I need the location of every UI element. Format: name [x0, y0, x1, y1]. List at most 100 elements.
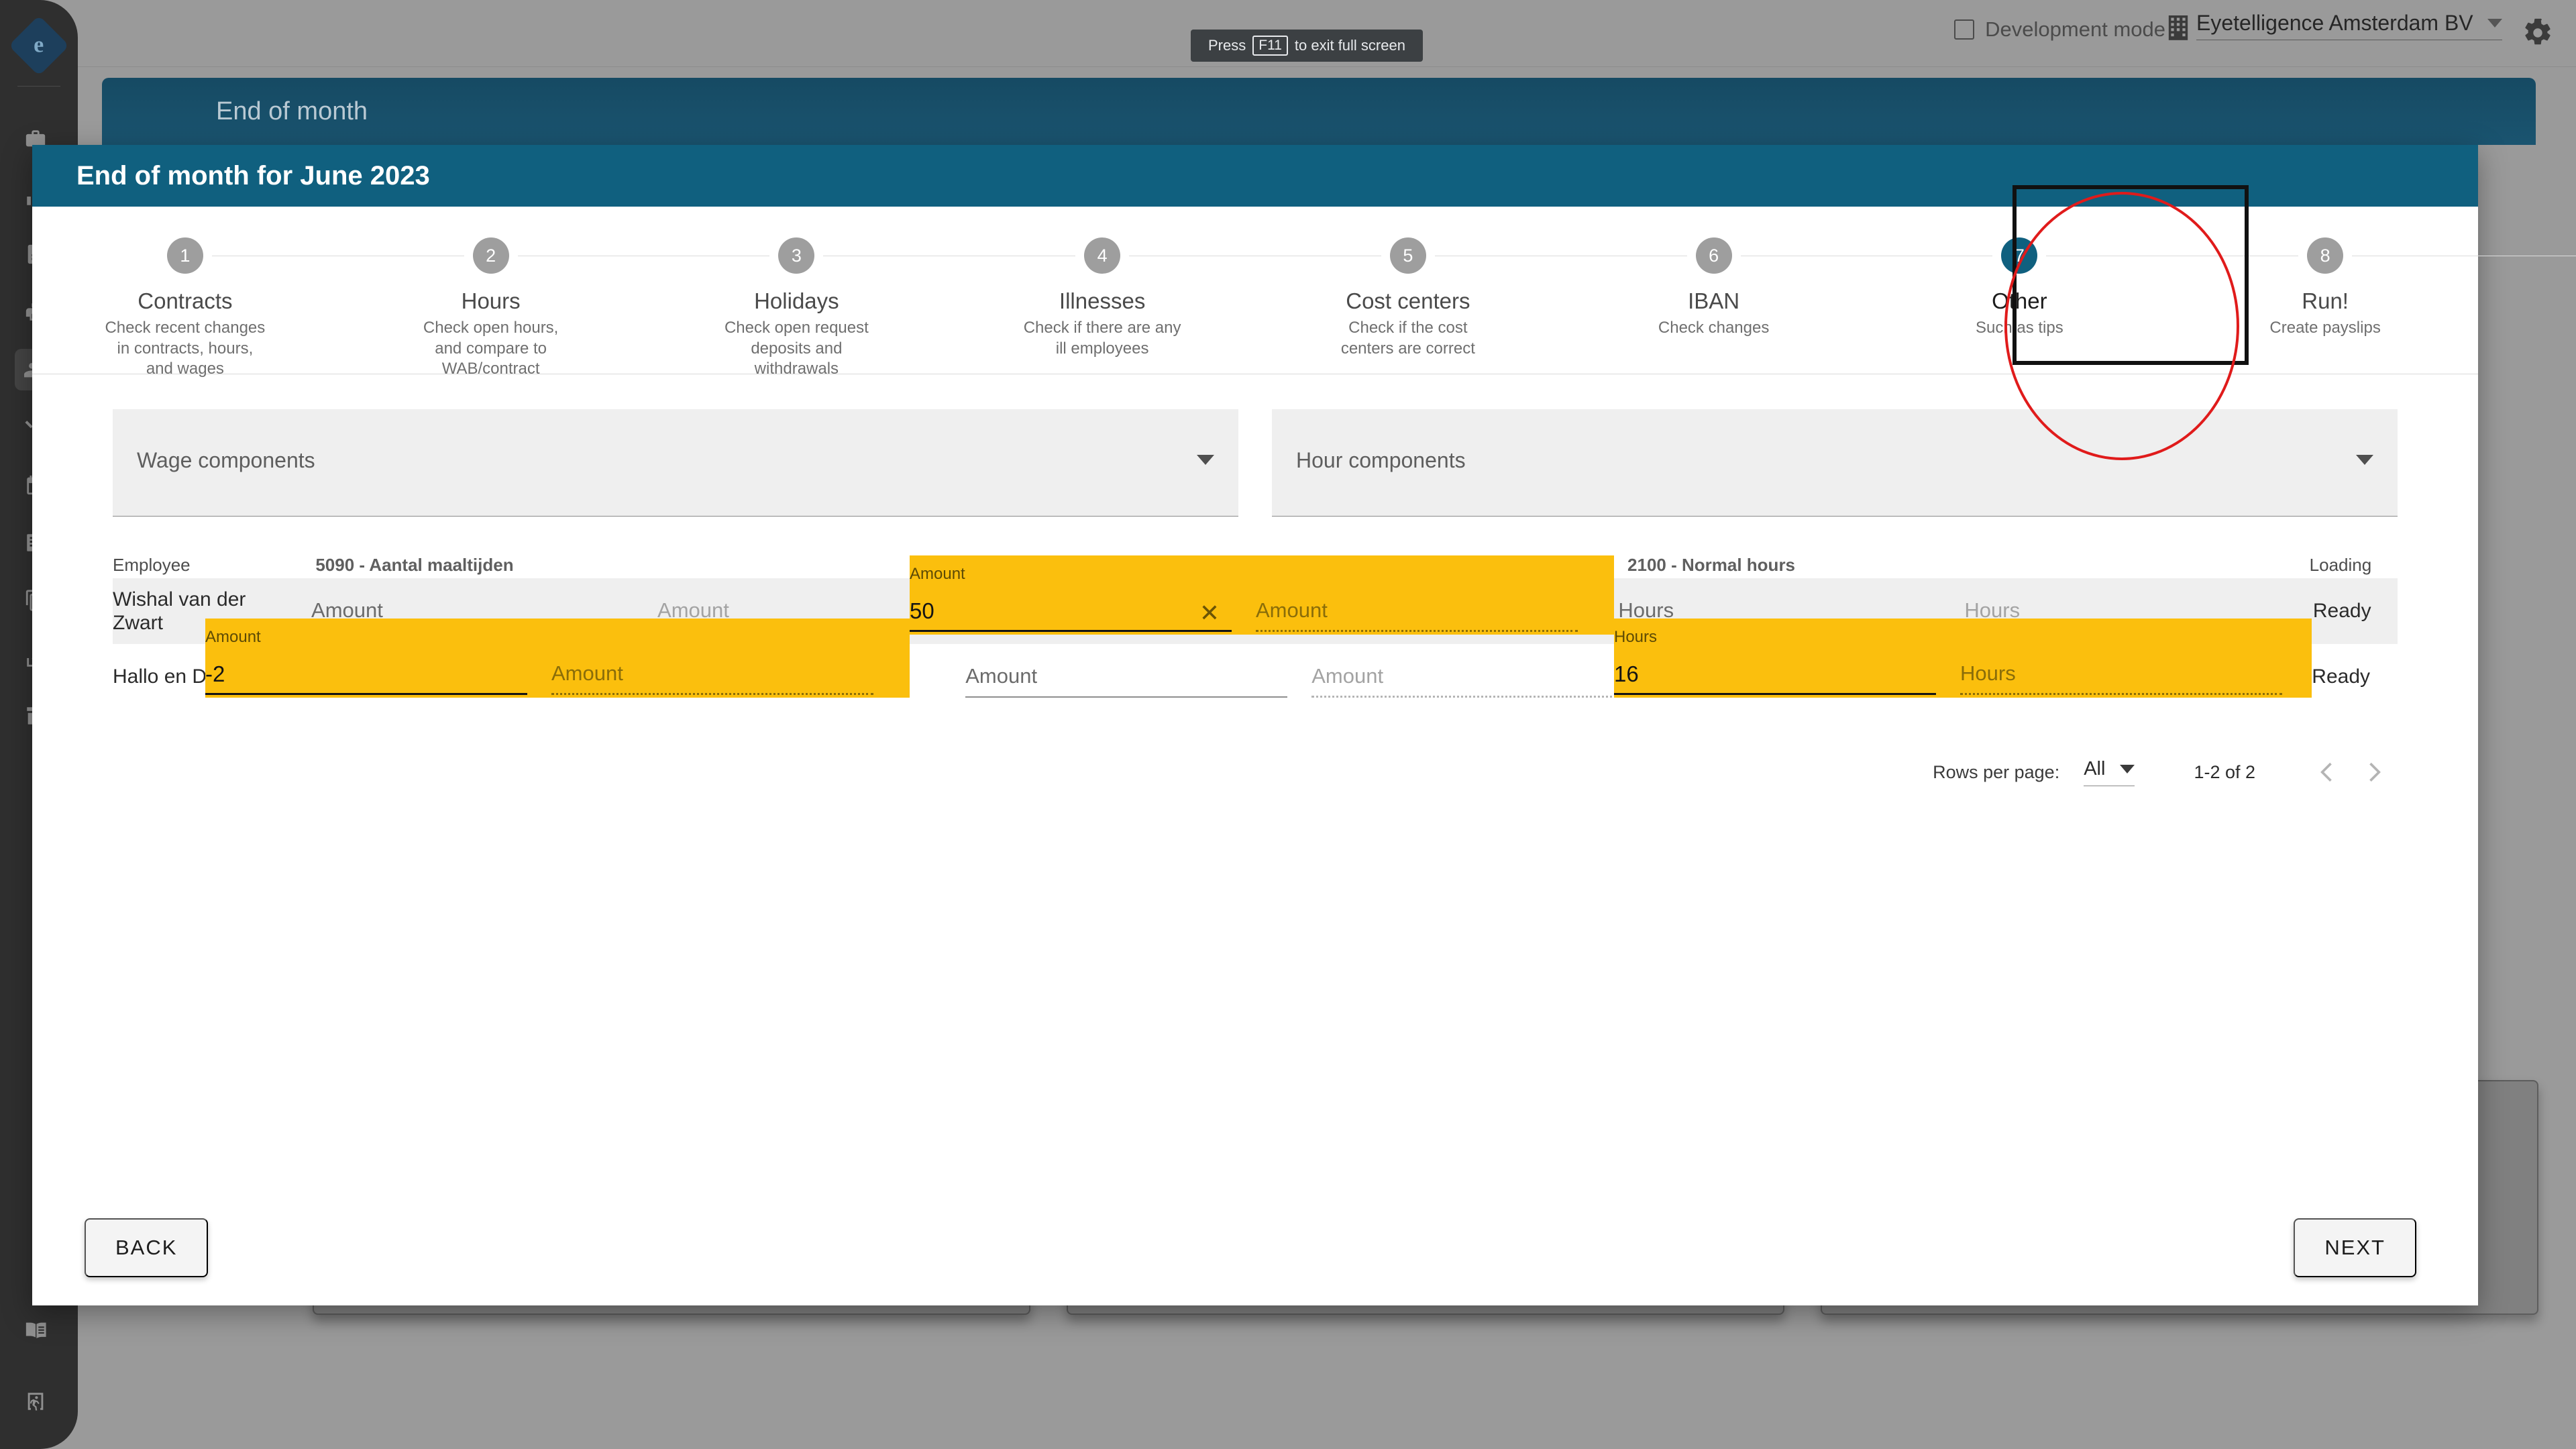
- clear-x-icon[interactable]: ✕: [1199, 601, 1220, 625]
- step-title: Other: [1992, 288, 2047, 313]
- step-run[interactable]: 8 Run! Create payslips: [2172, 237, 2576, 339]
- input-underline: [910, 630, 1232, 632]
- input-underline: [1614, 693, 1936, 695]
- pagination: Rows per page: All 1-2 of 2: [113, 749, 2398, 796]
- input-value: 50: [910, 598, 934, 623]
- step-title: Run!: [2302, 288, 2349, 313]
- amount-input-5130-b[interactable]: Amount: [1311, 656, 1634, 698]
- chevron-down-icon[interactable]: [2120, 765, 2135, 773]
- step-title: IBAN: [1688, 288, 1740, 313]
- development-mode-toggle[interactable]: Development mode: [1954, 17, 2165, 42]
- col-header-wage-5090: 5090 - Aantal maaltijden: [315, 555, 514, 575]
- development-mode-checkbox[interactable]: [1954, 19, 1975, 40]
- hours-input-2100-a-active[interactable]: 16: [1614, 653, 1936, 695]
- col-header-status: Loading: [2309, 555, 2372, 575]
- company-name: Eyetelligence Amsterdam BV: [2196, 11, 2473, 35]
- step-hours[interactable]: 2 Hours Check open hours, and compare to…: [338, 237, 770, 380]
- input-underline: [1256, 630, 1578, 632]
- field-label-amount: Amount: [205, 628, 261, 646]
- development-mode-label: Development mode: [1985, 17, 2165, 41]
- chevron-down-icon[interactable]: [2487, 19, 2502, 28]
- dialog-footer: BACK NEXT: [32, 1205, 2478, 1305]
- rows-per-page-label: Rows per page:: [1933, 761, 2060, 782]
- next-page-button[interactable]: [2351, 749, 2398, 796]
- highlight-5090-row2[interactable]: Amount -2 Amount: [205, 619, 910, 698]
- input-placeholder: Amount: [1256, 598, 1328, 622]
- input-placeholder: Hours: [1960, 661, 2016, 685]
- step-subtitle: Check changes: [1658, 319, 1770, 337]
- company-selector-wrap[interactable]: Eyetelligence Amsterdam BV: [2167, 11, 2502, 40]
- step-subtitle: Check recent changes in contracts, hours…: [105, 319, 266, 378]
- highlight-2100-row2[interactable]: Hours 16 Hours: [1614, 619, 2312, 698]
- back-button[interactable]: BACK: [85, 1218, 209, 1277]
- pagination-range: 1-2 of 2: [2194, 761, 2255, 782]
- step-title: Illnesses: [1059, 288, 1146, 313]
- step-number: 8: [2307, 237, 2344, 274]
- chevron-down-icon[interactable]: [1197, 455, 1214, 465]
- amount-input-5090-b-active[interactable]: Amount: [551, 653, 873, 695]
- wage-components-label: Wage components: [137, 448, 315, 472]
- step-title: Cost centers: [1346, 288, 1470, 313]
- step-number: 7: [2001, 237, 2038, 274]
- step-other[interactable]: 7 Other Such as tips: [1867, 237, 2299, 339]
- fullscreen-tooltip: Press F11 to exit full screen: [1191, 30, 1423, 62]
- field-label-hours: Hours: [1614, 628, 1658, 646]
- step-subtitle: Check if the cost centers are correct: [1340, 319, 1475, 358]
- input-underline: [1311, 696, 1634, 698]
- hour-components-select[interactable]: Hour components: [1272, 409, 2398, 517]
- chevron-left-icon: [2320, 762, 2332, 782]
- step-number: 1: [166, 237, 203, 274]
- screen-root: End of month Development mode Eyetellige…: [0, 0, 2576, 1449]
- fullscreen-tooltip-suffix: to exit full screen: [1294, 37, 1405, 54]
- app-logo[interactable]: e: [8, 15, 70, 76]
- book-icon: [25, 1322, 46, 1339]
- step-contracts[interactable]: 1 Contracts Check recent changes in cont…: [32, 237, 464, 380]
- step-number: 5: [1389, 237, 1426, 274]
- wage-components-select[interactable]: Wage components: [113, 409, 1238, 517]
- step-number: 4: [1084, 237, 1121, 274]
- sidebar-item-manual[interactable]: [15, 1309, 56, 1351]
- settings-button[interactable]: [2522, 17, 2553, 48]
- input-underline: [205, 693, 527, 695]
- cell-group-5130: Amount Amount: [965, 656, 1634, 698]
- exit-icon: [28, 1393, 44, 1411]
- input-value: 16: [1614, 661, 1639, 686]
- col-header-employee: Employee: [113, 555, 191, 575]
- input-underline: [551, 693, 873, 695]
- rows-per-page-select[interactable]: All: [2084, 758, 2135, 786]
- amount-input-5130-b-active[interactable]: Amount: [1256, 590, 1578, 632]
- input-placeholder: Amount: [1311, 664, 1384, 688]
- input-underline: [1960, 693, 2282, 695]
- step-subtitle: Such as tips: [1976, 319, 2063, 337]
- step-number: 3: [778, 237, 815, 274]
- step-holidays[interactable]: 3 Holidays Check open request deposits a…: [644, 237, 1076, 380]
- hours-input-2100-b-active[interactable]: Hours: [1960, 653, 2282, 695]
- gear-icon: [2525, 18, 2551, 45]
- background-page-title: End of month: [216, 97, 368, 125]
- chevron-down-icon[interactable]: [2356, 455, 2373, 465]
- chevron-right-icon: [2369, 762, 2381, 782]
- highlight-5130-row1[interactable]: Amount 50 ✕ Amount: [910, 555, 1614, 635]
- input-placeholder: Amount: [965, 664, 1038, 688]
- step-number: 6: [1695, 237, 1732, 274]
- rows-per-page-value: All: [2084, 758, 2106, 780]
- next-button[interactable]: NEXT: [2294, 1218, 2416, 1277]
- company-select[interactable]: Eyetelligence Amsterdam BV: [2196, 11, 2502, 40]
- step-number: 2: [472, 237, 509, 274]
- field-label-amount: Amount: [910, 565, 965, 583]
- dialog-header: End of month for June 2023: [32, 145, 2478, 207]
- fullscreen-tooltip-key: F11: [1252, 36, 1288, 56]
- dialog-title: End of month for June 2023: [76, 160, 430, 191]
- step-iban[interactable]: 6 IBAN Check changes: [1561, 237, 1993, 339]
- sidebar-divider: [17, 86, 60, 87]
- amount-input-5090-a-active[interactable]: -2: [205, 653, 527, 695]
- fullscreen-tooltip-prefix: Press: [1208, 37, 1246, 54]
- amount-input-5130-a[interactable]: Amount: [965, 656, 1288, 698]
- hour-components-label: Hour components: [1296, 448, 1466, 472]
- amount-input-5130-a-active[interactable]: 50 ✕: [910, 590, 1232, 632]
- sidebar-item-logout[interactable]: [15, 1381, 56, 1422]
- step-subtitle: Check open hours, and compare to WAB/con…: [423, 319, 559, 378]
- previous-page-button[interactable]: [2304, 749, 2351, 796]
- input-value: -2: [205, 661, 225, 686]
- step-subtitle: Create payslips: [2269, 319, 2381, 337]
